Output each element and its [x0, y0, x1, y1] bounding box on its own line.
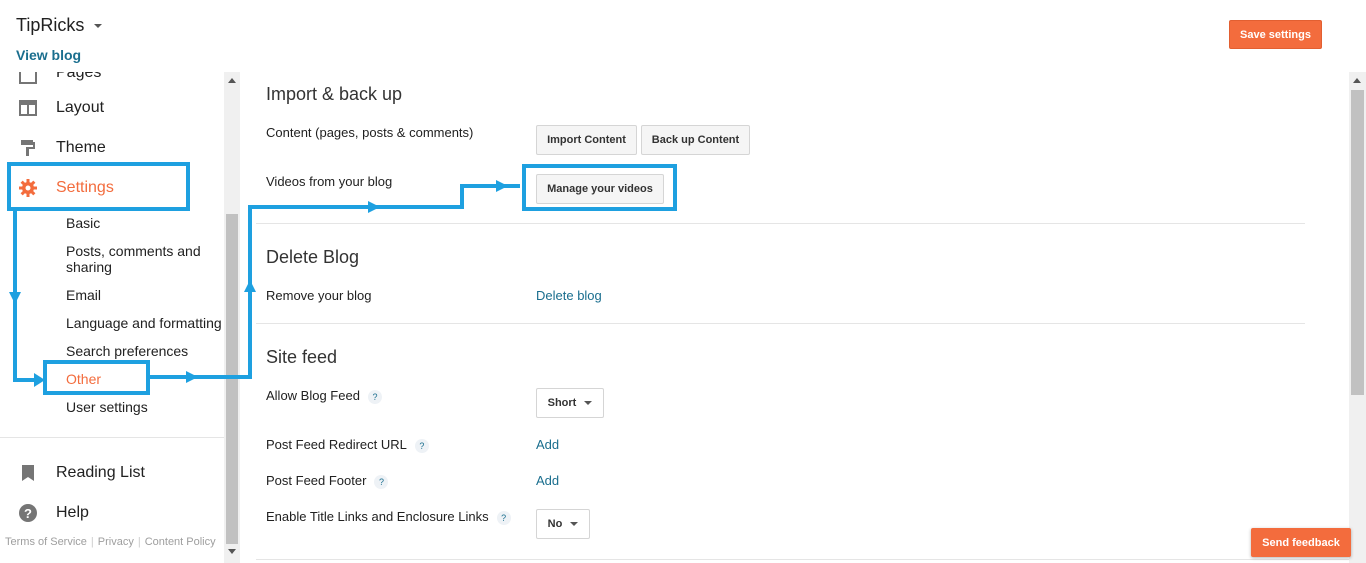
- scroll-up-arrow-icon[interactable]: [1353, 78, 1361, 83]
- title-links-label: Enable Title Links and Enclosure Links: [266, 509, 489, 524]
- help-question-icon[interactable]: ?: [374, 474, 389, 489]
- feed-footer-add-link[interactable]: Add: [536, 473, 559, 488]
- sidebar-item-layout[interactable]: Layout: [0, 93, 224, 123]
- sidebar-item-pages[interactable]: Pages: [0, 72, 224, 90]
- annotation-arrowhead: [368, 201, 380, 213]
- sidebar-scrollbar-thumb[interactable]: [226, 214, 238, 544]
- title-links-dropdown[interactable]: No: [536, 509, 590, 539]
- section-divider: [256, 559, 1349, 560]
- remove-blog-label: Remove your blog: [266, 288, 372, 303]
- sidebar-item-label: Help: [56, 504, 89, 521]
- allow-feed-value: Short: [547, 397, 577, 409]
- blog-title[interactable]: TipRicks: [16, 15, 84, 36]
- sidebar-divider: [0, 437, 224, 438]
- backup-content-button[interactable]: Back up Content: [641, 125, 750, 155]
- redirect-label: Post Feed Redirect URL: [266, 437, 407, 452]
- settings-sub-language[interactable]: Language and formatting: [66, 315, 222, 331]
- sidebar-item-reading-list[interactable]: Reading List: [0, 458, 224, 488]
- bookmark-icon: [22, 465, 34, 481]
- main-scrollbar[interactable]: [1349, 72, 1366, 563]
- scroll-up-arrow-icon[interactable]: [228, 78, 236, 83]
- feed-footer-row: Post Feed Footer?: [266, 473, 389, 489]
- content-policy-link[interactable]: Content Policy: [145, 536, 216, 548]
- sidebar-item-label: Reading List: [56, 464, 145, 481]
- annotation-arrowhead: [244, 280, 256, 292]
- terms-link[interactable]: Terms of Service: [5, 536, 87, 548]
- videos-label: Videos from your blog: [266, 174, 393, 189]
- gear-icon: [19, 179, 37, 197]
- sidebar-item-help[interactable]: ? Help: [0, 498, 224, 528]
- section-divider: [256, 223, 1305, 224]
- blog-switcher-caret-icon[interactable]: [94, 24, 102, 28]
- settings-sub-search[interactable]: Search preferences: [66, 343, 188, 359]
- help-question-icon[interactable]: ?: [414, 438, 429, 453]
- sidebar-item-theme[interactable]: Theme: [0, 133, 224, 163]
- sidebar-item-label: Theme: [56, 139, 106, 156]
- allow-feed-dropdown[interactable]: Short: [536, 388, 604, 418]
- allow-feed-label: Allow Blog Feed: [266, 388, 360, 403]
- sidebar-footer: Terms of Service | Privacy | Content Policy: [5, 536, 216, 548]
- sidebar-scrollbar[interactable]: [224, 72, 240, 563]
- sidebar-item-label: Settings: [56, 179, 114, 196]
- section-divider: [256, 323, 1305, 324]
- privacy-link[interactable]: Privacy: [98, 536, 134, 548]
- delete-blog-title: Delete Blog: [266, 247, 360, 267]
- settings-sub-other[interactable]: Other: [66, 371, 101, 387]
- content-label: Content (pages, posts & comments): [266, 125, 474, 140]
- view-blog-link[interactable]: View blog: [16, 47, 81, 63]
- pages-icon: [19, 72, 37, 84]
- main-scrollbar-thumb[interactable]: [1351, 90, 1364, 395]
- site-feed-title: Site feed: [266, 347, 338, 367]
- redirect-row: Post Feed Redirect URL?: [266, 437, 429, 453]
- redirect-add-link[interactable]: Add: [536, 437, 559, 452]
- svg-text:?: ?: [24, 506, 32, 521]
- annotation-arrowhead: [496, 180, 508, 192]
- send-feedback-button[interactable]: Send feedback: [1251, 528, 1351, 557]
- help-icon: ?: [19, 504, 37, 522]
- layout-icon: [19, 100, 37, 116]
- import-content-button[interactable]: Import Content: [536, 125, 637, 155]
- save-settings-button[interactable]: Save settings: [1229, 20, 1322, 49]
- sidebar-item-settings[interactable]: Settings: [0, 173, 224, 203]
- settings-sub-basic[interactable]: Basic: [66, 215, 100, 231]
- sidebar-item-label: Pages: [56, 72, 102, 81]
- sidebar: Pages Layout Theme Settings Basic Posts,…: [0, 72, 240, 563]
- scroll-down-arrow-icon[interactable]: [228, 549, 236, 554]
- settings-sub-email[interactable]: Email: [66, 287, 101, 303]
- delete-blog-link[interactable]: Delete blog: [536, 288, 602, 303]
- manage-videos-button[interactable]: Manage your videos: [536, 174, 664, 204]
- paint-roller-icon: [21, 140, 35, 156]
- chevron-down-icon: [584, 401, 593, 405]
- settings-sub-posts[interactable]: Posts, comments and sharing: [66, 243, 216, 275]
- import-backup-title: Import & back up: [266, 84, 403, 104]
- allow-feed-row: Allow Blog Feed?: [266, 388, 382, 404]
- title-links-value: No: [547, 518, 563, 530]
- header: TipRicks View blog Save settings: [0, 0, 1366, 72]
- help-question-icon[interactable]: ?: [367, 389, 382, 404]
- feed-footer-label: Post Feed Footer: [266, 473, 367, 488]
- help-question-icon[interactable]: ?: [496, 510, 511, 525]
- sidebar-item-label: Layout: [56, 99, 105, 116]
- title-links-row: Enable Title Links and Enclosure Links?: [266, 509, 511, 525]
- settings-sub-user[interactable]: User settings: [66, 399, 148, 415]
- chevron-down-icon: [570, 522, 579, 526]
